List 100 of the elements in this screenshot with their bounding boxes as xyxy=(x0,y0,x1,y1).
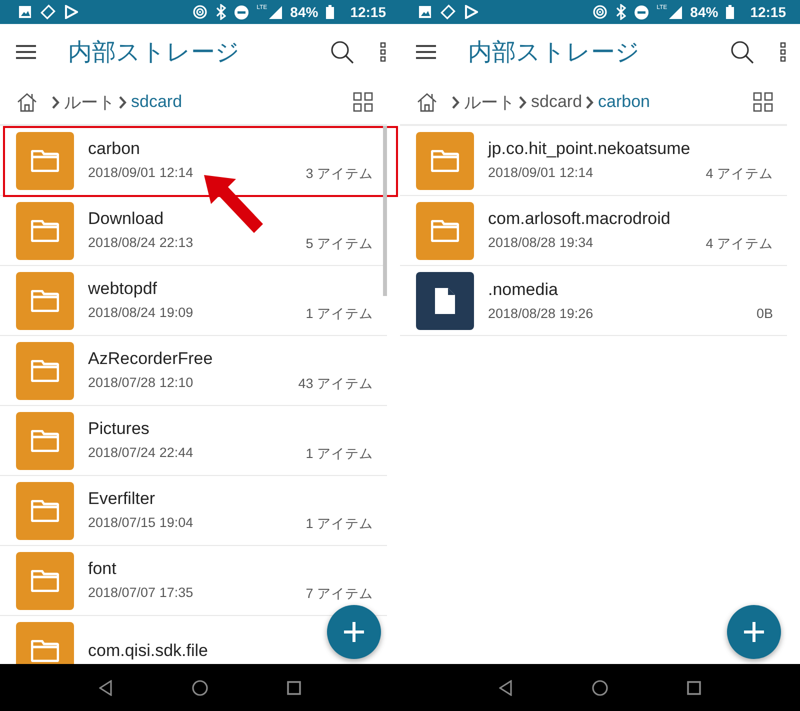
item-count: 7 アイテム xyxy=(306,584,373,602)
file-list-item[interactable]: Everfilter 2018/07/15 19:04 1 アイテム xyxy=(0,476,387,546)
file-name: AzRecorderFree xyxy=(88,348,214,368)
modified-date: 2018/08/28 19:34 xyxy=(488,234,594,252)
folder-icon xyxy=(431,220,459,242)
screen-title: 内部ストレージ xyxy=(468,38,641,68)
file-size: 0B xyxy=(756,306,773,321)
menu-icon[interactable] xyxy=(16,44,36,60)
item-count: 1 アイテム xyxy=(306,304,373,322)
modified-date: 2018/08/24 19:09 xyxy=(88,304,194,322)
folder-icon xyxy=(31,220,59,242)
bluetooth-icon xyxy=(216,4,226,20)
file-name: .nomedia xyxy=(488,280,559,300)
image-icon xyxy=(418,5,432,19)
file-list-item[interactable]: AzRecorderFree 2018/07/28 12:10 43 アイテム xyxy=(0,336,387,406)
modified-date: 2018/07/15 19:04 xyxy=(88,514,194,532)
item-count: 43 アイテム xyxy=(298,374,373,392)
file-name: com.arlosoft.macrodroid xyxy=(488,208,672,228)
folder-icon xyxy=(31,150,59,172)
breadcrumb-item[interactable]: sdcard xyxy=(531,92,582,112)
file-list-item[interactable]: .nomedia 2018/08/28 19:26 0B xyxy=(400,266,787,336)
menu-icon[interactable] xyxy=(416,44,436,60)
battery-icon xyxy=(326,5,334,19)
plus-icon xyxy=(743,621,765,643)
chevron-icon xyxy=(452,96,460,108)
back-icon[interactable] xyxy=(99,680,114,696)
clock-time: 12:15 xyxy=(750,4,786,20)
more-options-icon[interactable] xyxy=(380,42,386,62)
file-name: carbon xyxy=(88,138,141,158)
add-button[interactable] xyxy=(327,605,381,659)
file-name: com.qisi.sdk.file xyxy=(88,640,209,660)
file-icon xyxy=(435,288,455,314)
home-button-icon[interactable] xyxy=(192,680,208,696)
item-count: 1 アイテム xyxy=(306,514,373,532)
add-button[interactable] xyxy=(727,605,781,659)
modified-date: 2018/08/28 19:26 xyxy=(488,306,594,321)
chevron-icon xyxy=(519,96,527,108)
chevron-icon xyxy=(586,96,594,108)
breadcrumb-item[interactable]: ルート xyxy=(64,90,115,114)
plus-icon xyxy=(343,621,365,643)
bluetooth-icon xyxy=(616,4,626,20)
recents-icon[interactable] xyxy=(286,680,301,694)
item-count: 1 アイテム xyxy=(306,444,373,462)
play-icon xyxy=(464,5,478,19)
item-count: 4 アイテム xyxy=(706,234,773,252)
modified-date: 2018/08/24 22:13 xyxy=(88,234,194,252)
modified-date: 2018/09/01 12:14 xyxy=(488,164,594,182)
recents-icon[interactable] xyxy=(686,680,701,694)
do-not-disturb-icon xyxy=(234,4,249,20)
item-count: 3 アイテム xyxy=(306,164,373,182)
grid-view-icon[interactable] xyxy=(353,92,373,112)
search-icon[interactable] xyxy=(730,40,754,64)
play-icon xyxy=(64,5,78,19)
search-icon[interactable] xyxy=(330,40,354,64)
folder-icon xyxy=(31,360,59,382)
file-name: webtopdf xyxy=(88,278,158,298)
signal-icon xyxy=(669,6,682,18)
more-options-icon[interactable] xyxy=(780,42,786,62)
modified-date: 2018/07/28 12:10 xyxy=(88,374,194,392)
back-icon[interactable] xyxy=(499,680,514,696)
home-icon[interactable] xyxy=(416,92,438,112)
scrollbar[interactable] xyxy=(383,126,387,296)
modified-date: 2018/07/07 17:35 xyxy=(88,584,194,602)
modified-date: 2018/09/01 12:14 xyxy=(88,164,194,182)
battery-percent: 84% xyxy=(690,4,718,20)
breadcrumb-item[interactable]: sdcard xyxy=(131,92,182,112)
file-name: Pictures xyxy=(88,418,150,438)
rotate-icon xyxy=(440,4,456,20)
battery-percent: 84% xyxy=(290,4,318,20)
file-name: Everfilter xyxy=(88,488,156,508)
file-name: jp.co.hit_point.nekoatsume xyxy=(488,138,692,158)
file-list-item[interactable]: webtopdf 2018/08/24 19:09 1 アイテム xyxy=(0,266,387,336)
breadcrumb-item[interactable]: carbon xyxy=(598,92,650,112)
image-icon xyxy=(18,5,32,19)
item-count: 5 アイテム xyxy=(306,234,373,252)
grid-view-icon[interactable] xyxy=(753,92,773,112)
folder-icon xyxy=(31,640,59,662)
folder-icon xyxy=(431,150,459,172)
file-list-item[interactable]: Pictures 2018/07/24 22:44 1 アイテム xyxy=(0,406,387,476)
folder-icon xyxy=(31,430,59,452)
home-button-icon[interactable] xyxy=(592,680,608,696)
file-list-item[interactable]: com.arlosoft.macrodroid 2018/08/28 19:34 4 アイテム xyxy=(400,196,787,266)
breadcrumb-item[interactable]: ルート xyxy=(464,90,515,114)
screen-title: 内部ストレージ xyxy=(68,38,241,68)
file-list-item[interactable]: jp.co.hit_point.nekoatsume 2018/09/01 12:14 4 アイテム xyxy=(400,126,787,196)
rotate-icon xyxy=(40,4,56,20)
modified-date: 2018/07/24 22:44 xyxy=(88,444,194,462)
home-icon[interactable] xyxy=(16,92,38,112)
do-not-disturb-icon xyxy=(634,4,649,20)
folder-icon xyxy=(31,290,59,312)
folder-icon xyxy=(31,570,59,592)
signal-icon xyxy=(269,6,282,18)
battery-icon xyxy=(726,5,734,19)
file-name: font xyxy=(88,558,118,578)
item-count: 4 アイテム xyxy=(706,164,773,182)
chevron-icon xyxy=(119,96,127,108)
file-name: Download xyxy=(88,208,165,228)
chevron-icon xyxy=(52,96,60,108)
file-list-item[interactable]: font 2018/07/07 17:35 7 アイテム xyxy=(0,546,387,616)
hotspot-icon xyxy=(592,4,608,20)
